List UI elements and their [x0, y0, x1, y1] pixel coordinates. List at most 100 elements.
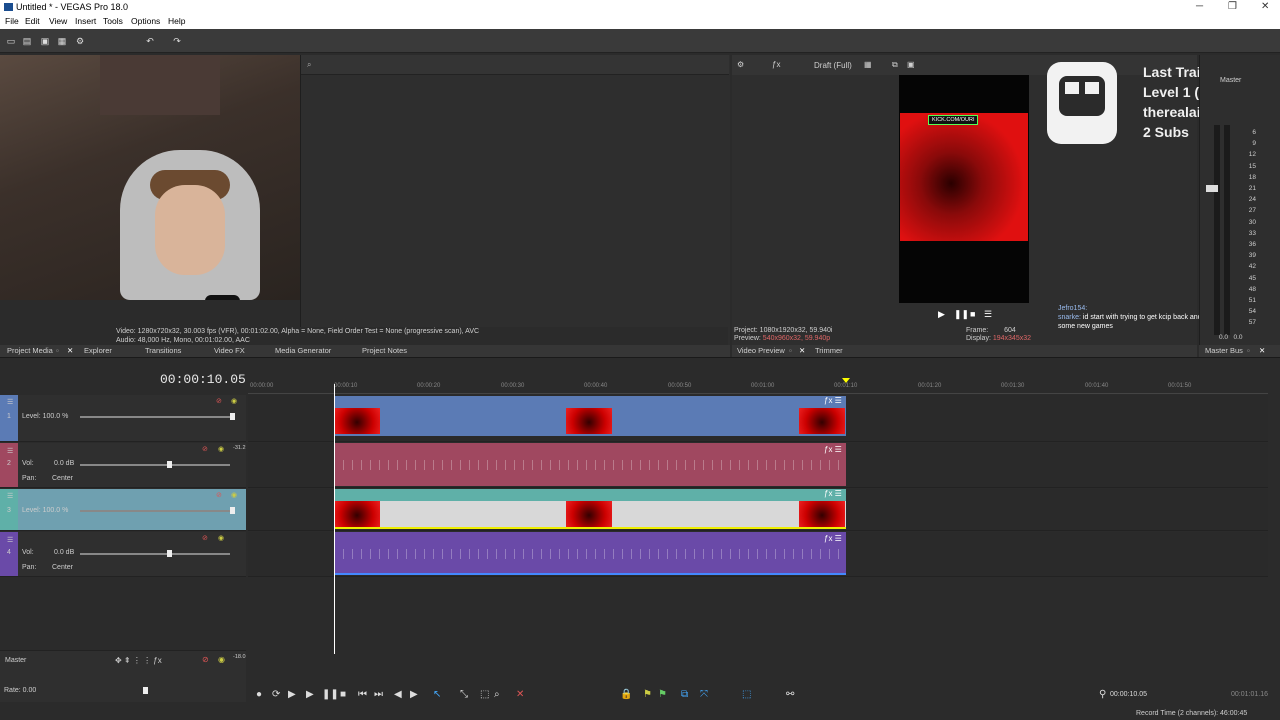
minimize-button[interactable]: ─ [1196, 1, 1203, 12]
loop-icon[interactable]: ⟳ [272, 689, 280, 700]
menu-options[interactable]: Options [131, 16, 160, 26]
tab-project-notes[interactable]: Project Notes [362, 346, 407, 355]
audio-clip-1[interactable]: ƒx ☰ [334, 443, 846, 486]
normal-edit-tool-icon[interactable]: ↖ [433, 689, 441, 700]
pause-icon[interactable]: ❚❚ [322, 689, 339, 700]
solo-icon[interactable]: ◉ [218, 445, 224, 453]
mute-icon[interactable]: ⊘ [216, 397, 222, 405]
zoom-icon[interactable]: ⌕ [307, 60, 311, 70]
solo-icon[interactable]: ◉ [218, 534, 224, 542]
close-button[interactable]: ✕ [1261, 1, 1269, 12]
properties-icon[interactable]: ⚙ [75, 36, 85, 46]
redo-icon[interactable]: ↷ [172, 36, 182, 46]
master-solo-icon[interactable]: ◉ [218, 655, 225, 664]
clip-fx-icon[interactable]: ƒx ☰ [824, 396, 842, 405]
envelope-tool-icon[interactable]: ⤡ [460, 689, 468, 700]
undo-icon[interactable]: ↶ [145, 36, 155, 46]
tab-project-media[interactable]: Project Media [7, 346, 53, 355]
level-knob[interactable] [230, 413, 235, 420]
mute-icon[interactable]: ⊘ [202, 445, 208, 453]
master-fader[interactable] [1206, 185, 1218, 192]
track-header-audio-4[interactable]: ☰ 4 Vol: 0.0 dB Pan: Center ⊘ ◉ [0, 532, 246, 577]
vol-knob[interactable] [167, 550, 172, 557]
mute-icon[interactable]: ⊘ [216, 491, 222, 499]
track-header-audio-2[interactable]: ☰ 2 Vol: 0.0 dB Pan: Center ⊘ ◉ -31.2 [0, 443, 246, 488]
clip-fx-icon[interactable]: ƒx ☰ [824, 445, 842, 454]
menu-file[interactable]: File [5, 16, 19, 26]
copy-snapshot-icon[interactable]: ⧉ [892, 60, 898, 70]
next-frame-icon[interactable]: ▶ [410, 689, 418, 700]
vol-slider[interactable] [80, 553, 230, 555]
pause-icon[interactable]: ❚❚ [954, 309, 969, 320]
new-icon[interactable]: ▭ [6, 36, 16, 46]
tab-video-preview[interactable]: Video Preview [737, 346, 785, 355]
solo-icon[interactable]: ◉ [231, 491, 237, 499]
record-icon[interactable]: ● [256, 689, 262, 700]
stop-icon[interactable]: ■ [970, 309, 975, 319]
master-tab-close-icon[interactable]: ✕ [1259, 346, 1265, 355]
timeline-ruler[interactable]: 00:00:00 00:00:10 00:00:20 00:00:30 00:0… [248, 378, 1268, 394]
save-icon[interactable]: ▣ [40, 36, 50, 46]
loop-end-marker[interactable] [842, 378, 850, 383]
tab-transitions[interactable]: Transitions [145, 346, 181, 355]
master-mute-icon[interactable]: ⊘ [202, 655, 209, 664]
clip-fx-icon[interactable]: ƒx ☰ [824, 489, 842, 498]
maximize-button[interactable]: ❐ [1228, 1, 1237, 12]
track-header-video-3[interactable]: ☰ 3 Level: 100.0 % ⊘ ◉ [0, 489, 246, 531]
split-screen-icon[interactable]: ▦ [864, 60, 872, 69]
video-clip-2[interactable]: ƒx ☰ [334, 489, 846, 529]
lock-envelopes-icon[interactable]: ⬚ [742, 689, 751, 700]
auto-ripple-icon[interactable]: ⤧ [700, 689, 708, 700]
menu-icon[interactable]: ☰ [984, 309, 992, 320]
track-menu-icon[interactable]: ☰ [7, 398, 13, 406]
vol-knob[interactable] [167, 461, 172, 468]
settings-icon[interactable]: ⚙ [737, 60, 744, 69]
preview-tab-float-icon[interactable]: ▫ [789, 346, 792, 355]
stop-icon[interactable]: ■ [340, 689, 346, 700]
tab-video-fx[interactable]: Video FX [214, 346, 245, 355]
preview-quality[interactable]: Draft (Full) [814, 61, 852, 70]
video-clip-1[interactable]: ƒx ☰ [334, 396, 846, 436]
track-menu-icon[interactable]: ☰ [7, 536, 13, 544]
track-header-video-1[interactable]: ☰ 1 Level: 100.0 % ⊘ ◉ [0, 395, 246, 442]
go-to-start-icon[interactable]: ⏮ [358, 689, 367, 700]
menu-tools[interactable]: Tools [103, 16, 123, 26]
region-icon[interactable]: ⚑ [658, 689, 667, 700]
level-slider[interactable] [80, 416, 230, 418]
grouping-icon[interactable]: ⚯ [786, 689, 794, 700]
master-controls-icon[interactable]: ✥ ⇞ ⋮ ⋮ ƒx [115, 656, 162, 665]
marker-icon[interactable]: ⚑ [643, 689, 652, 700]
play-icon[interactable]: ▶ [938, 309, 945, 320]
clip-fx-icon[interactable]: ƒx ☰ [824, 534, 842, 543]
master-tab-float-icon[interactable]: ▫ [1247, 346, 1250, 355]
menu-insert[interactable]: Insert [75, 16, 96, 26]
zoom-tool-icon[interactable]: ⌕ [494, 689, 500, 700]
track-menu-icon[interactable]: ☰ [7, 447, 13, 455]
solo-icon[interactable]: ◉ [231, 397, 237, 405]
vertical-scrollbar[interactable] [1268, 362, 1280, 652]
menu-view[interactable]: View [49, 16, 67, 26]
vol-slider[interactable] [80, 464, 230, 466]
play-from-start-icon[interactable]: ▶ [288, 689, 296, 700]
preview-tab-close-icon[interactable]: ✕ [799, 346, 805, 355]
lock-icon[interactable]: 🔒 [620, 689, 632, 700]
menu-help[interactable]: Help [168, 16, 185, 26]
tab-float-icon[interactable]: ▫ [56, 346, 59, 355]
track-menu-icon[interactable]: ☰ [7, 492, 13, 500]
rate-slider[interactable] [143, 687, 148, 694]
save-snapshot-icon[interactable]: ▣ [907, 60, 915, 69]
level-slider[interactable] [80, 510, 230, 512]
tab-media-generator[interactable]: Media Generator [275, 346, 331, 355]
open-icon[interactable]: ▤ [22, 36, 32, 46]
fx-icon[interactable]: ƒx [772, 60, 780, 69]
playhead-cursor[interactable] [334, 384, 335, 654]
save-as-icon[interactable]: ▦ [57, 36, 67, 46]
tab-trimmer[interactable]: Trimmer [815, 346, 843, 355]
play-icon[interactable]: ▶ [306, 689, 314, 700]
go-to-end-icon[interactable]: ⏭ [374, 689, 383, 700]
prev-frame-icon[interactable]: ◀ [394, 689, 402, 700]
snap-icon[interactable]: ⧉ [681, 689, 688, 700]
selection-tool-icon[interactable]: ⬚ [480, 689, 489, 700]
menu-edit[interactable]: Edit [25, 16, 40, 26]
tab-master-bus[interactable]: Master Bus [1205, 346, 1243, 355]
